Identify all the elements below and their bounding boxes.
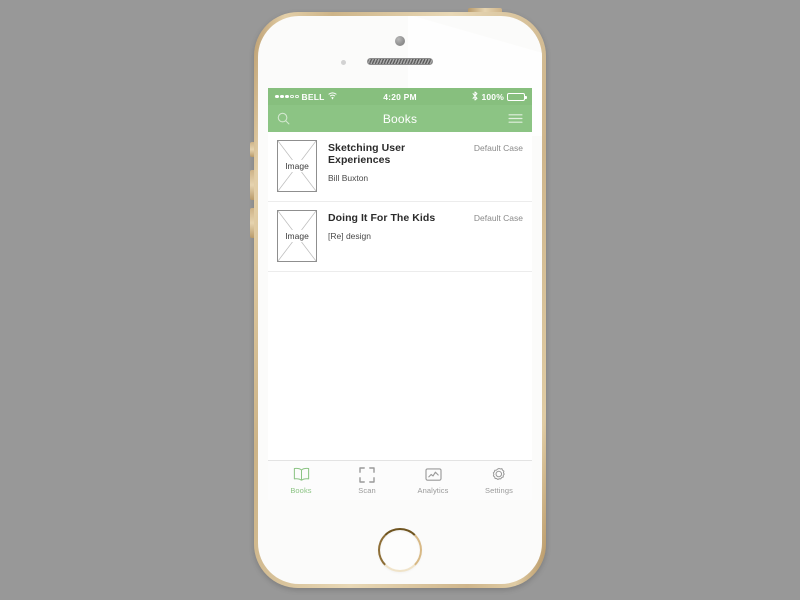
phone-face: BELL 4:20 PM 100% Books Image Sketching … [258, 16, 542, 584]
book-list: Image Sketching User Experiences Default… [268, 132, 532, 272]
list-item-text: Sketching User Experiences Default Case … [328, 140, 523, 183]
volume-down-button[interactable] [250, 208, 254, 238]
list-item[interactable]: Image Doing It For The Kids Default Case… [268, 202, 532, 272]
phone-device: BELL 4:20 PM 100% Books Image Sketching … [250, 8, 546, 588]
list-item-header: Doing It For The Kids Default Case [328, 212, 523, 224]
tab-analytics[interactable]: Analytics [400, 461, 466, 500]
line-chart-icon [424, 466, 442, 483]
status-badge: Default Case [473, 213, 523, 223]
tab-settings[interactable]: Settings [466, 461, 532, 500]
open-book-icon [293, 466, 310, 483]
signal-dots-icon [275, 94, 299, 99]
tab-label: Scan [358, 486, 376, 495]
status-badge: Default Case [473, 143, 523, 153]
placeholder-label: Image [278, 230, 316, 242]
book-title: Doing It For The Kids [328, 212, 436, 224]
tab-books[interactable]: Books [268, 461, 334, 500]
power-button[interactable] [468, 8, 502, 12]
volume-up-button[interactable] [250, 170, 254, 200]
battery-full-icon [507, 92, 527, 101]
navigation-bar: Books [268, 105, 532, 132]
wifi-icon [327, 91, 337, 102]
mute-switch[interactable] [250, 142, 254, 157]
page-title: Books [382, 111, 418, 126]
tab-scan[interactable]: Scan [334, 461, 400, 500]
list-item-header: Sketching User Experiences Default Case [328, 142, 523, 166]
proximity-sensor [341, 60, 346, 65]
list-item-text: Doing It For The Kids Default Case [Re] … [328, 210, 523, 241]
book-cover-placeholder: Image [277, 140, 317, 192]
phone-screen: BELL 4:20 PM 100% Books Image Sketching … [268, 88, 532, 500]
tab-label: Settings [485, 486, 513, 495]
hamburger-menu-icon[interactable] [508, 113, 523, 124]
bluetooth-icon [472, 91, 478, 103]
home-button[interactable] [378, 528, 422, 572]
book-title: Sketching User Experiences [328, 142, 406, 166]
book-cover-placeholder: Image [277, 210, 317, 262]
status-bar: BELL 4:20 PM 100% [268, 88, 532, 105]
status-bar-time: 4:20 PM [383, 91, 417, 102]
earpiece-speaker [367, 58, 433, 65]
status-bar-right: 100% [417, 91, 527, 103]
book-author: Bill Buxton [328, 173, 369, 183]
scan-frame-icon [359, 466, 375, 483]
front-camera [395, 36, 405, 46]
tab-bar: Books Scan Analytics Settings [268, 460, 532, 500]
gear-icon [491, 466, 507, 483]
tab-label: Books [290, 486, 312, 495]
search-icon[interactable] [277, 112, 290, 125]
placeholder-label: Image [278, 160, 316, 172]
tab-label: Analytics [417, 486, 449, 495]
carrier-label: BELL [301, 91, 325, 102]
book-author: [Re] design [328, 231, 371, 241]
status-bar-left: BELL [275, 92, 383, 102]
list-item[interactable]: Image Sketching User Experiences Default… [268, 132, 532, 202]
battery-percent-label: 100% [481, 91, 504, 102]
